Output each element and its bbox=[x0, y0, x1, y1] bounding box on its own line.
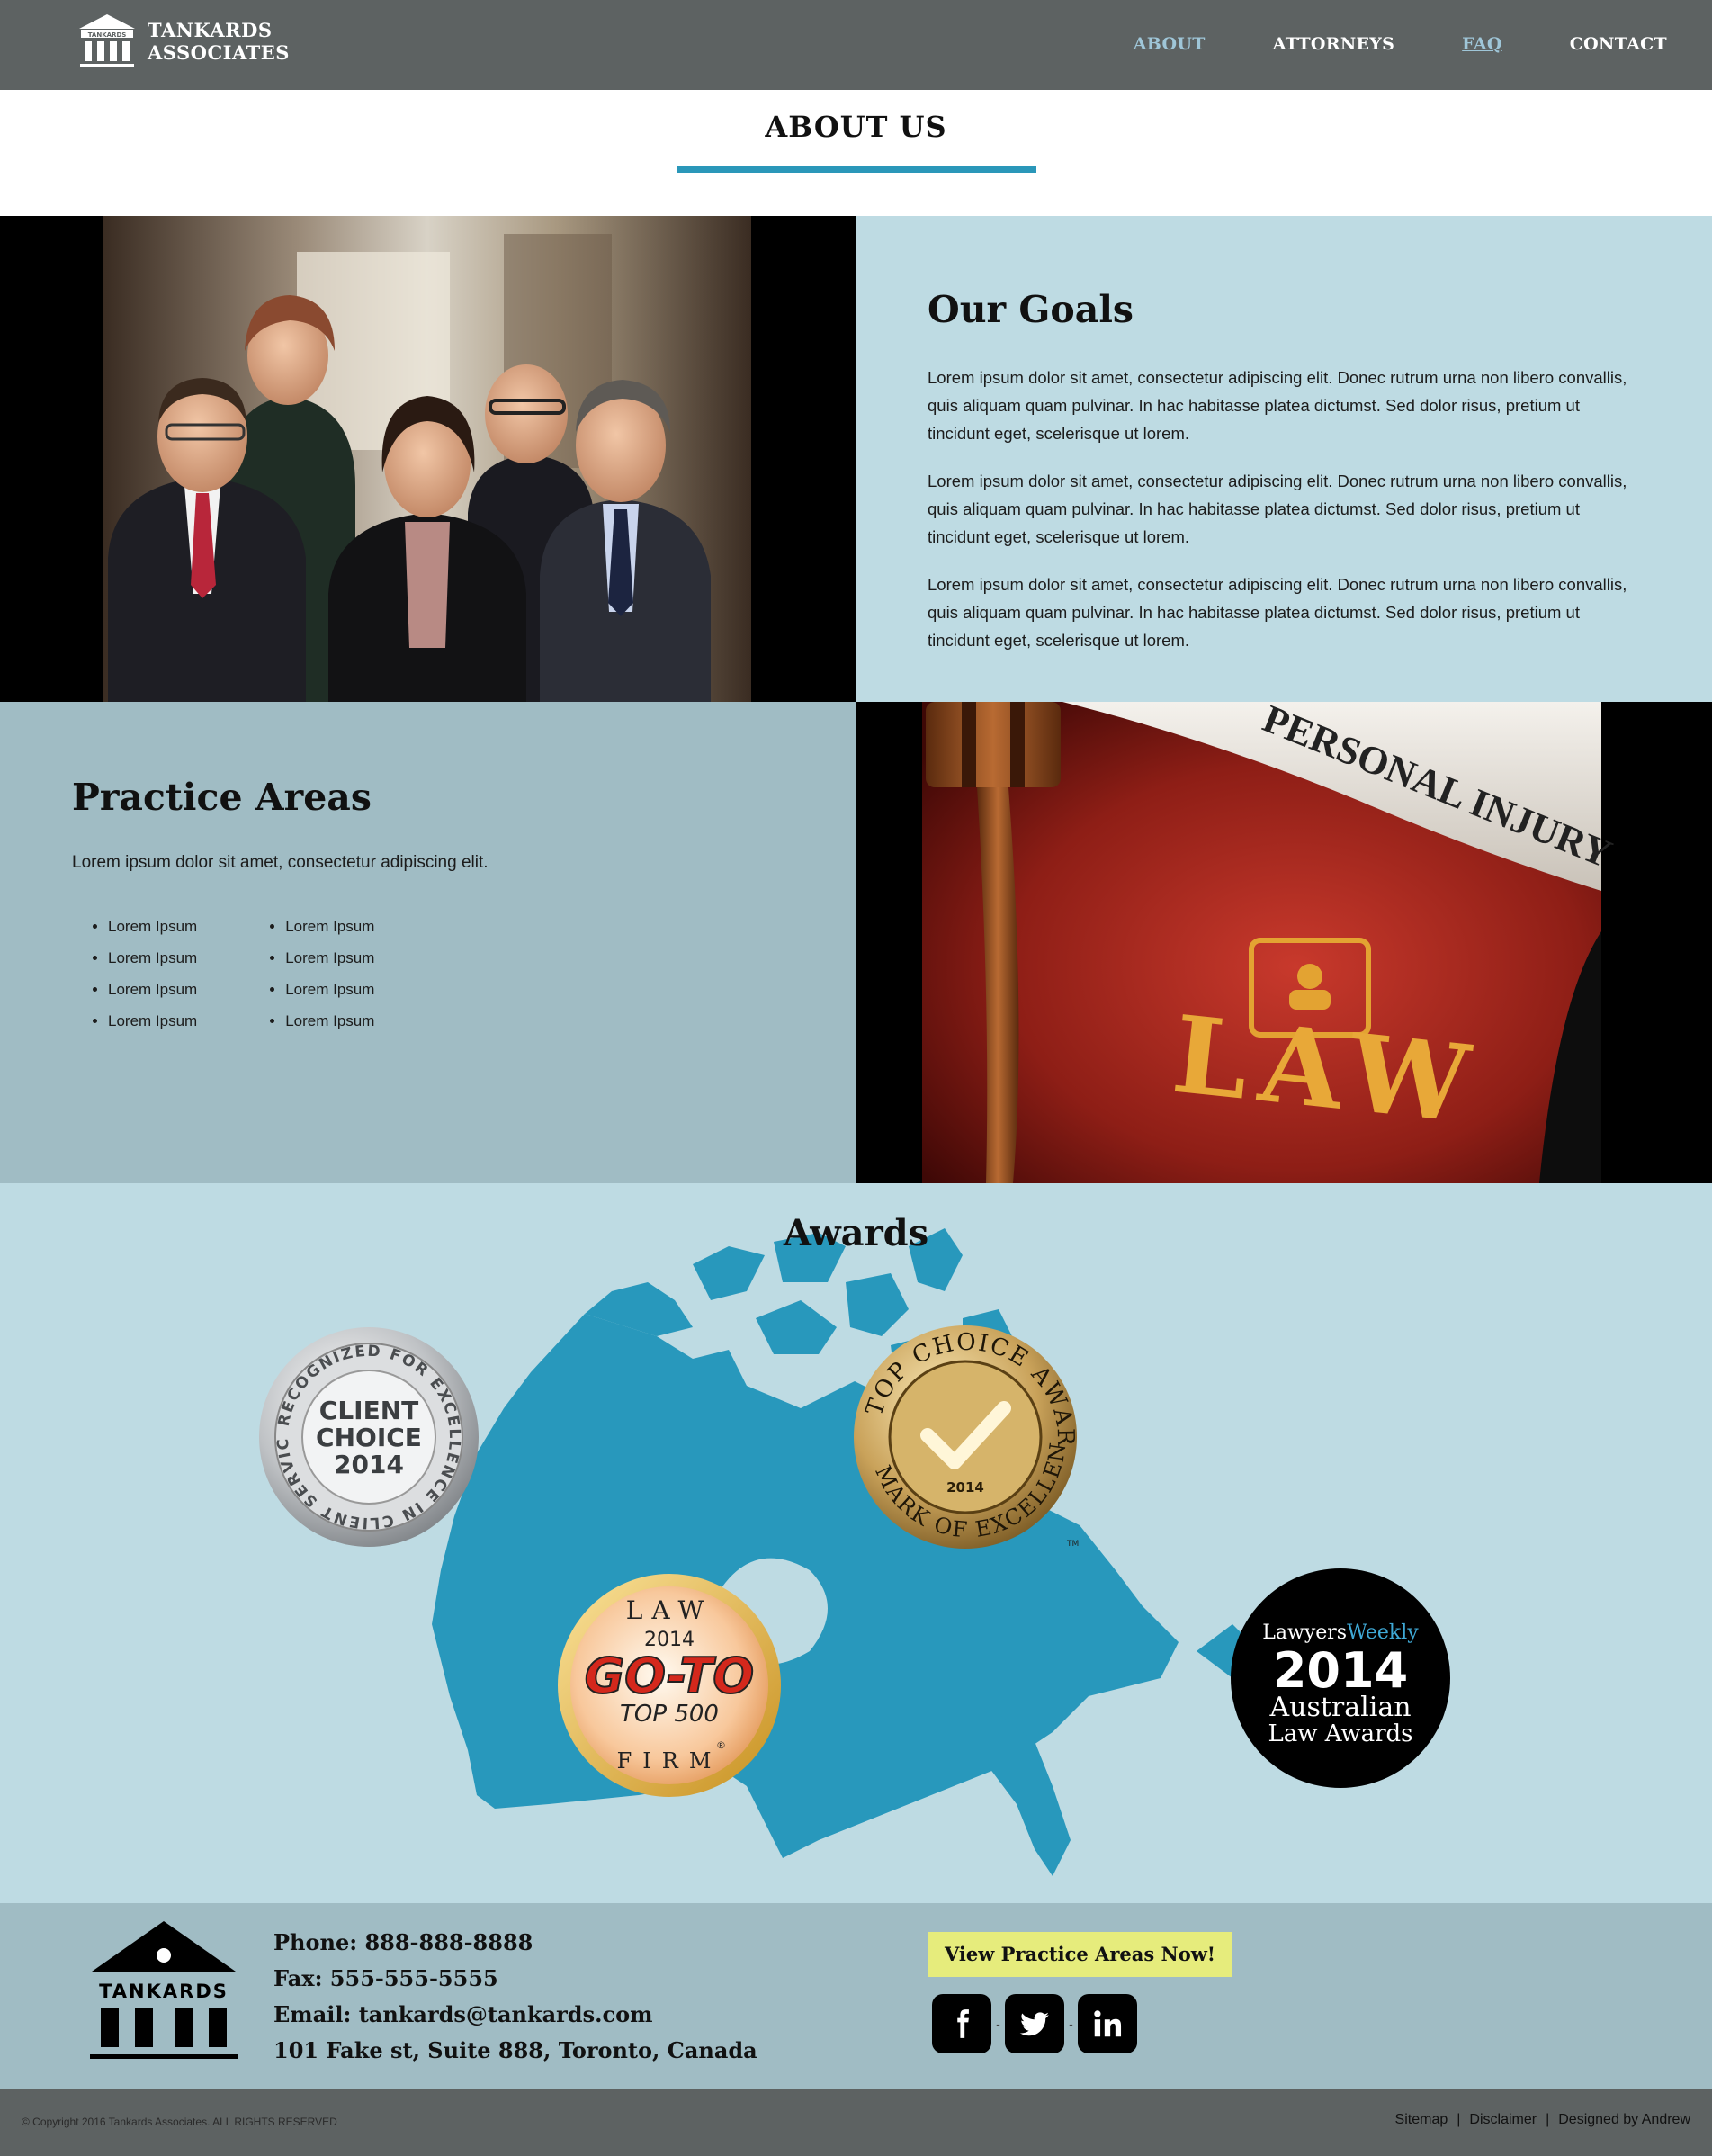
law-book-photo: PERSONAL INJURY LAW bbox=[856, 702, 1712, 1183]
twitter-button[interactable] bbox=[1005, 1994, 1064, 2053]
social-links: - - bbox=[932, 1994, 1137, 2053]
tankards-footer-logo-icon: TANKARDS bbox=[90, 1921, 238, 2059]
list-item: Lorem Ipsum bbox=[108, 911, 197, 942]
goals-paragraph: Lorem ipsum dolor sit amet, consectetur … bbox=[928, 575, 1627, 650]
practice-intro: Lorem ipsum dolor sit amet, consectetur … bbox=[72, 853, 489, 872]
nav-attorneys[interactable]: ATTORNEYS bbox=[1273, 34, 1394, 54]
footer-logo-text: TANKARDS bbox=[99, 1981, 229, 2002]
client-choice-line2: CHOICE bbox=[316, 1423, 422, 1452]
list-item: Lorem Ipsum bbox=[108, 1005, 197, 1037]
goals-text: Lorem ipsum dolor sit amet, consectetur … bbox=[928, 364, 1638, 674]
link-separator: | bbox=[1457, 2112, 1461, 2127]
top-choice-year: 2014 bbox=[946, 1479, 984, 1496]
fax-number: Fax: 555-555-5555 bbox=[273, 1965, 498, 1991]
go-to-top-500-badge: LAW 2014 GO-TO TOP 500 FIRM ® bbox=[558, 1574, 781, 1797]
view-practice-areas-button[interactable]: View Practice Areas Now! bbox=[928, 1932, 1232, 1977]
page-title: ABOUT US bbox=[765, 110, 947, 144]
list-item: Lorem Ipsum bbox=[285, 1005, 374, 1037]
sitemap-link[interactable]: Sitemap bbox=[1395, 2112, 1448, 2128]
nav-faq[interactable]: FAQ bbox=[1462, 34, 1502, 54]
main-nav: ABOUT ATTORNEYS FAQ CONTACT bbox=[1066, 34, 1667, 54]
linkedin-button[interactable] bbox=[1078, 1994, 1137, 2053]
social-separator: - bbox=[996, 2017, 1000, 2031]
disclaimer-link[interactable]: Disclaimer bbox=[1469, 2112, 1537, 2128]
awards-heading: Awards bbox=[783, 1212, 929, 1254]
lawyers-weekly-brand-b: Weekly bbox=[1347, 1621, 1419, 1644]
practice-heading: Practice Areas bbox=[72, 776, 372, 819]
goals-paragraph: Lorem ipsum dolor sit amet, consectetur … bbox=[928, 472, 1627, 546]
list-item: Lorem Ipsum bbox=[285, 911, 374, 942]
client-choice-line1: CLIENT bbox=[319, 1396, 418, 1425]
client-choice-award-badge: RECOGNIZED FOR EXCELLENCE IN CLIENT SERV… bbox=[257, 1325, 479, 1547]
nav-contact[interactable]: CONTACT bbox=[1570, 34, 1667, 54]
designer-credit-link[interactable]: Designed by Andrew bbox=[1558, 2112, 1690, 2128]
brand-name-line2: ASSOCIATES bbox=[148, 41, 290, 64]
brand-logo[interactable]: TANKARDS TANKARDS ASSOCIATES bbox=[77, 13, 290, 70]
contact-info: Phone: 888-888-8888 Fax: 555-555-5555 Em… bbox=[273, 1925, 757, 2069]
title-underline bbox=[676, 166, 1036, 173]
lawyers-weekly-line1: Australian bbox=[1268, 1692, 1411, 1723]
copyright-text: © Copyright 2016 Tankards Associates. AL… bbox=[22, 2116, 337, 2128]
list-item: Lorem Ipsum bbox=[108, 942, 197, 974]
bottom-bar: © Copyright 2016 Tankards Associates. AL… bbox=[0, 2089, 1712, 2156]
team-photo-illustration bbox=[103, 216, 751, 702]
lawyers-weekly-year: 2014 bbox=[1273, 1642, 1408, 1699]
lawyers-weekly-line2: Law Awards bbox=[1268, 1720, 1412, 1747]
list-item: Lorem Ipsum bbox=[108, 974, 197, 1005]
team-photo bbox=[0, 216, 856, 702]
social-separator: - bbox=[1069, 2017, 1073, 2031]
go-to-bottom-text: FIRM bbox=[617, 1748, 722, 1774]
client-choice-year: 2014 bbox=[334, 1450, 404, 1479]
law-book-illustration: PERSONAL INJURY LAW bbox=[922, 702, 1618, 1183]
practice-lists: Lorem Ipsum Lorem Ipsum Lorem Ipsum Lore… bbox=[90, 911, 444, 1037]
practice-areas-section: Practice Areas Lorem ipsum dolor sit ame… bbox=[0, 702, 856, 1183]
facebook-button[interactable] bbox=[932, 1994, 991, 2053]
our-goals-section: Our Goals Lorem ipsum dolor sit amet, co… bbox=[856, 216, 1712, 702]
linkedin-icon bbox=[1094, 2010, 1122, 2037]
practice-list-2: Lorem Ipsum Lorem Ipsum Lorem Ipsum Lore… bbox=[267, 911, 374, 1037]
go-to-sub-text: TOP 500 bbox=[620, 1701, 719, 1728]
link-separator: | bbox=[1546, 2112, 1550, 2127]
go-to-registered-mark: ® bbox=[716, 1739, 726, 1751]
phone-number[interactable]: Phone: 888-888-8888 bbox=[273, 1925, 757, 1961]
site-header: TANKARDS TANKARDS ASSOCIATES ABOUT ATTOR… bbox=[0, 0, 1712, 90]
lawyers-weekly-award-badge: LawyersWeekly 2014 Australian Law Awards bbox=[1231, 1568, 1450, 1788]
list-item: Lorem Ipsum bbox=[285, 942, 374, 974]
go-to-top-text: LAW bbox=[626, 1595, 713, 1625]
site-footer: TANKARDS Phone: 888-888-8888 Fax: 555-55… bbox=[0, 1903, 1712, 2089]
lawyers-weekly-brand-a: Lawyers bbox=[1262, 1621, 1347, 1644]
nav-about[interactable]: ABOUT bbox=[1134, 34, 1206, 54]
goals-heading: Our Goals bbox=[928, 288, 1134, 331]
about-title-section: ABOUT US bbox=[0, 90, 1712, 216]
go-to-main-text: GO-TO bbox=[585, 1648, 754, 1704]
street-address: 101 Fake st, Suite 888, Toronto, Canada bbox=[273, 2037, 757, 2063]
awards-section: Awards RECOGNIZED FOR EXCELLENCE IN CLIE… bbox=[0, 1183, 1712, 1903]
lawyers-weekly-brand: LawyersWeekly bbox=[1262, 1621, 1419, 1644]
brand-name: TANKARDS ASSOCIATES bbox=[148, 19, 290, 64]
courthouse-logo-icon: TANKARDS bbox=[79, 14, 135, 67]
practice-list-1: Lorem Ipsum Lorem Ipsum Lorem Ipsum Lore… bbox=[90, 911, 197, 1037]
top-choice-award-badge: TOP CHOICE AWARD MARK OF EXCELLENCE 2014… bbox=[851, 1323, 1079, 1549]
list-item: Lorem Ipsum bbox=[285, 974, 374, 1005]
twitter-icon bbox=[1019, 2012, 1049, 2036]
top-choice-tm: TM bbox=[1066, 1540, 1079, 1549]
brand-name-line1: TANKARDS bbox=[148, 19, 273, 41]
svg-text:TANKARDS: TANKARDS bbox=[88, 31, 127, 39]
email-address[interactable]: Email: tankards@tankards.com bbox=[273, 1997, 757, 2033]
facebook-icon bbox=[957, 2009, 969, 2038]
goals-paragraph: Lorem ipsum dolor sit amet, consectetur … bbox=[928, 368, 1627, 443]
footer-links: Sitemap | Disclaimer | Designed by Andre… bbox=[1395, 2112, 1690, 2128]
